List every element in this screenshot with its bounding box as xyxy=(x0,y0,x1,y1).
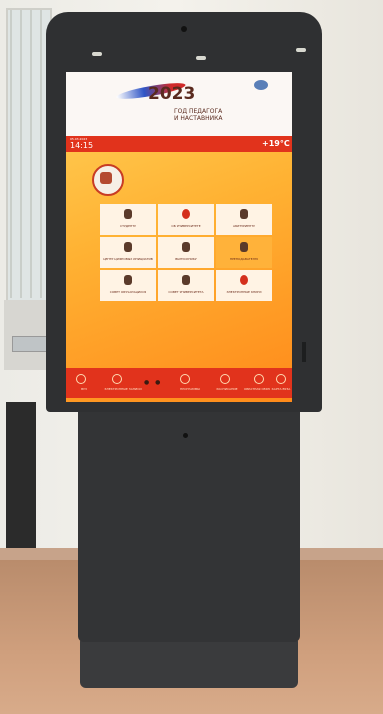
chat-icon xyxy=(254,374,264,384)
person-icon xyxy=(124,209,132,219)
camera-icon xyxy=(181,26,187,32)
header-banner: 2023 ГОД ПЕДАГОГА И НАСТАВНИКА xyxy=(66,72,292,136)
nav-label: КАРТА ВУЗА xyxy=(271,387,291,391)
tile-about[interactable]: ОБ УНИВЕРСИТЕТЕ xyxy=(158,204,214,235)
tile-label: ЭЛЕКТРОННЫЕ КНИГИ xyxy=(226,290,262,294)
tile-student-council[interactable]: СОВЕТ ОБУЧАЮЩИХСЯ xyxy=(100,270,156,301)
ministry-emblem-icon xyxy=(254,80,268,90)
nav-programs[interactable]: ПРОГРАММЫ xyxy=(170,368,210,398)
dark-cabinet xyxy=(6,402,36,562)
nav-label: ПРОГРАММЫ xyxy=(180,387,200,391)
person-icon xyxy=(182,242,190,252)
status-temperature: +19°C xyxy=(262,139,290,148)
nav-label: ВУЗ xyxy=(81,387,87,391)
tile-digital-center[interactable]: ЦЕНТР ЦИФРОВЫХ ИНИЦИАТИВ xyxy=(100,237,156,268)
graduation-cap-icon xyxy=(180,374,190,384)
tile-label: СТУДЕНТУ xyxy=(120,224,136,228)
crest-building-icon xyxy=(100,172,112,184)
nav-label: ОБРАТНАЯ СВЯЗЬ xyxy=(244,387,270,391)
tile-ebooks[interactable]: ЭЛЕКТРОННЫЕ КНИГИ xyxy=(216,270,272,301)
tile-applicant[interactable]: АБИТУРИЕНТУ xyxy=(216,204,272,235)
window-grille xyxy=(10,10,42,298)
tile-label: СОВЕТ УНИВЕРСИТЕТА xyxy=(168,290,204,294)
calendar-icon xyxy=(220,374,230,384)
kiosk-screen: 2023 ГОД ПЕДАГОГА И НАСТАВНИКА 05.03.202… xyxy=(66,72,292,402)
tile-label: АБИТУРИЕНТУ xyxy=(233,224,255,228)
person-icon xyxy=(182,275,190,285)
nav-university[interactable]: ВУЗ xyxy=(66,368,102,398)
ceiling-light-reflection xyxy=(196,56,206,60)
nav-feedback[interactable]: ОБРАТНАЯ СВЯЗЬ xyxy=(244,368,270,398)
nav-campus-map[interactable]: КАРТА ВУЗА xyxy=(270,368,292,398)
tile-label: ПРЕПОДАВАТЕЛЮ xyxy=(229,257,259,261)
tile-graduate[interactable]: ВЫПУСКНИКУ xyxy=(158,237,214,268)
kiosk-base xyxy=(80,636,298,688)
banner-year: 2023 xyxy=(148,84,196,104)
nav-label: РАСПИСАНИЕ xyxy=(216,387,238,391)
banner-caption-line1: ГОД ПЕДАГОГА xyxy=(174,108,223,115)
pager-dots[interactable]: ● ● xyxy=(144,379,162,386)
person-icon xyxy=(240,242,248,252)
info-icon xyxy=(182,209,190,219)
tile-label: СОВЕТ ОБУЧАЮЩИХСЯ xyxy=(109,290,147,294)
document-icon xyxy=(112,374,122,384)
person-icon xyxy=(240,209,248,219)
banner-caption-line2: И НАСТАВНИКА xyxy=(174,115,223,122)
ceiling-light-reflection xyxy=(92,52,102,56)
kiosk-lower-body xyxy=(78,410,300,642)
info-icon xyxy=(240,275,248,285)
banner-caption: ГОД ПЕДАГОГА И НАСТАВНИКА xyxy=(174,108,234,122)
home-icon xyxy=(76,374,86,384)
nav-schedule[interactable]: РАСПИСАНИЕ xyxy=(210,368,244,398)
bottom-nav: ВУЗ ЭЛЕКТРОННЫЕ ЗАПИСИ ПРОГРАММЫ РАСПИСА… xyxy=(66,368,292,398)
tile-label: ЦЕНТР ЦИФРОВЫХ ИНИЦИАТИВ xyxy=(103,257,153,261)
tile-teacher[interactable]: ПРЕПОДАВАТЕЛЮ xyxy=(216,237,272,268)
building-icon xyxy=(124,242,132,252)
status-bar: 05.03.2023 14:15 +19°C xyxy=(66,136,292,152)
tile-label: ВЫПУСКНИКУ xyxy=(175,257,197,261)
kiosk-side-button xyxy=(302,342,306,362)
ceiling-light-reflection xyxy=(296,48,306,52)
tile-university-council[interactable]: СОВЕТ УНИВЕРСИТЕТА xyxy=(158,270,214,301)
map-icon xyxy=(276,374,286,384)
sensor-icon xyxy=(183,433,188,438)
status-time: 14:15 xyxy=(70,141,94,150)
nav-label: ЭЛЕКТРОННЫЕ ЗАПИСИ xyxy=(104,387,142,391)
tile-label: ОБ УНИВЕРСИТЕТЕ xyxy=(171,224,201,228)
person-icon xyxy=(124,275,132,285)
tile-student[interactable]: СТУДЕНТУ xyxy=(100,204,156,235)
nav-e-records[interactable]: ЭЛЕКТРОННЫЕ ЗАПИСИ xyxy=(102,368,144,398)
